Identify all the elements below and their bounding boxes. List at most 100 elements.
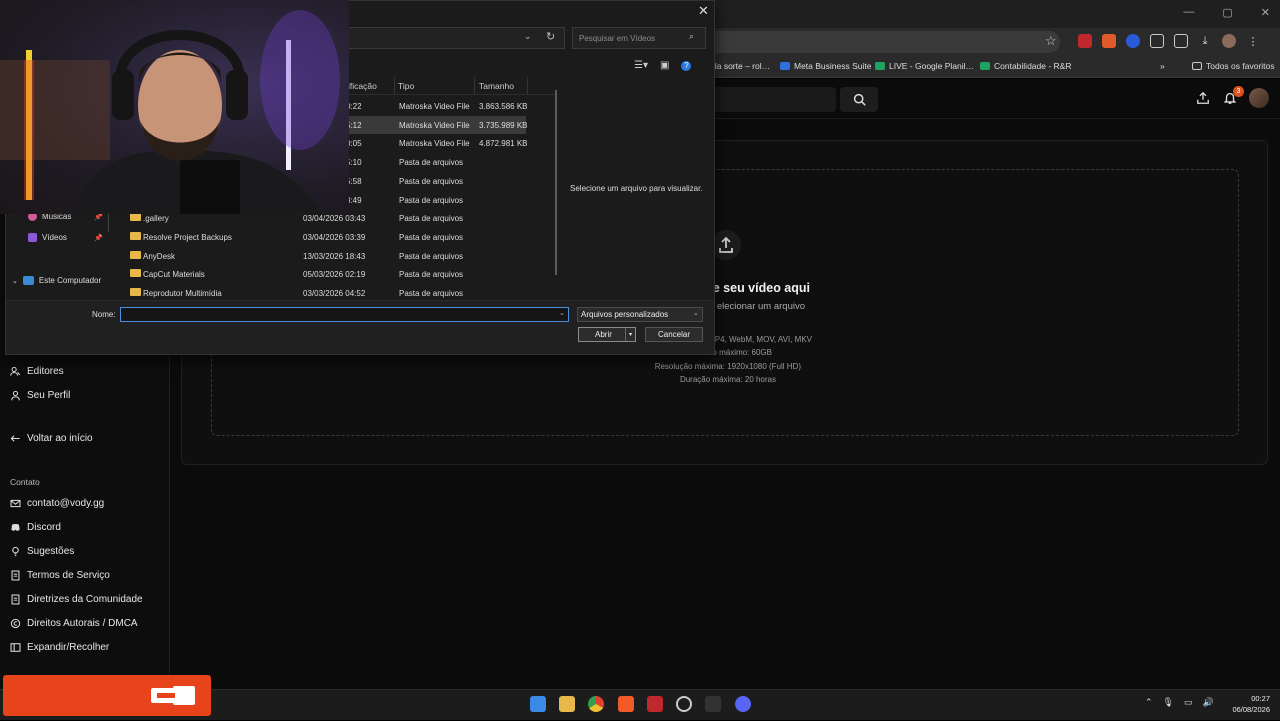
open-button-label: Abrir	[595, 330, 612, 339]
file-explorer-icon[interactable]	[559, 696, 575, 712]
contact-email-link[interactable]: contato@vody.gg	[10, 498, 104, 509]
file-type-filter[interactable]: Arquivos personalizados	[577, 307, 703, 322]
expand-collapse-button[interactable]: Expandir/Recolher	[10, 642, 109, 653]
discord-icon[interactable]	[735, 696, 751, 712]
puzzle-icon[interactable]	[1174, 34, 1188, 48]
bookmark-item[interactable]: LIVE - Google Planil…	[875, 61, 974, 71]
windows-start-icon[interactable]	[530, 696, 546, 712]
preview-pane-icon[interactable]: ▣	[660, 60, 669, 71]
chevron-up-icon[interactable]: ⌃	[1145, 697, 1153, 708]
taskbar-clock[interactable]: 00:27 06/08/2026	[1218, 693, 1270, 715]
menu-dots-icon[interactable]: ⋮	[1246, 34, 1260, 48]
file-type: Pasta de arquivos	[399, 158, 464, 168]
bookmark-item[interactable]: Meta Business Suite	[780, 61, 871, 71]
column-divider	[394, 77, 395, 95]
view-list-icon[interactable]: ☰▾	[634, 60, 648, 71]
profile-icon[interactable]	[1222, 34, 1236, 48]
computer-icon	[22, 276, 34, 285]
path-bar[interactable]	[345, 27, 565, 49]
extension-icon[interactable]	[1102, 34, 1116, 48]
upload-icon[interactable]	[1196, 91, 1210, 110]
users-icon	[10, 366, 21, 376]
dialog-search-input[interactable]: Pesquisar em Vídeos	[572, 27, 706, 49]
brave-icon[interactable]	[618, 696, 634, 712]
all-bookmarks[interactable]: Todos os favoritos	[1192, 61, 1275, 71]
extension-icon[interactable]	[1150, 34, 1164, 48]
camera-icon	[151, 686, 195, 705]
contact-section-label: Contato	[10, 477, 40, 487]
download-icon[interactable]: ⤓	[1198, 34, 1212, 48]
column-type[interactable]: Tipo	[398, 81, 414, 91]
bookmark-item[interactable]: Contabilidade - R&R	[980, 61, 1071, 71]
sidebar-item-editores[interactable]: Editores	[10, 366, 64, 377]
column-size[interactable]: Tamanho	[479, 81, 514, 91]
app-icon[interactable]	[705, 696, 721, 712]
file-list-header: ificação Tipo Tamanho	[340, 77, 558, 95]
microphone-icon[interactable]: 🎙	[1163, 697, 1174, 708]
search-icon: ⌕	[689, 31, 695, 41]
refresh-icon[interactable]: ↻	[546, 30, 555, 43]
display-icon[interactable]: ▭	[1184, 697, 1193, 708]
maximize-icon[interactable]: ▢	[1222, 6, 1232, 19]
chevron-down-icon[interactable]: ⌄	[524, 31, 532, 42]
preview-message: Selecione um arquivo para visualizar.	[570, 184, 703, 193]
folder-icon	[130, 213, 141, 222]
discord-link[interactable]: Discord	[10, 522, 61, 533]
extension-icon[interactable]	[1078, 34, 1092, 48]
file-row[interactable]: Resolve Project Backups 03/04/2026 03:39 P…	[120, 228, 526, 246]
file-name: .gallery	[143, 214, 169, 224]
sidebar-item-perfil[interactable]: Seu Perfil	[10, 390, 70, 401]
close-icon[interactable]: ✕	[698, 3, 709, 19]
chrome-icon[interactable]	[588, 696, 604, 712]
suggestions-link[interactable]: Sugestões	[10, 546, 74, 557]
terms-link[interactable]: Termos de Serviço	[10, 570, 110, 581]
search-button[interactable]	[840, 87, 878, 112]
pin-icon[interactable]: 📌	[94, 213, 103, 221]
scrollbar[interactable]	[555, 90, 557, 275]
file-name: Reprodutor Multimídia	[143, 289, 222, 298]
chevron-down-icon[interactable]: ▾	[625, 328, 635, 341]
search-icon	[853, 93, 866, 106]
tree-item-videos[interactable]: Vídeos	[28, 233, 67, 242]
help-icon[interactable]: ?	[681, 60, 692, 71]
chevron-down-icon[interactable]: ⌄	[693, 309, 699, 317]
sheets-icon	[875, 62, 885, 70]
bookmark-item[interactable]: da sorte – rol…	[712, 61, 770, 71]
column-modified[interactable]: ificação	[348, 81, 377, 91]
webcam-figure	[0, 10, 340, 214]
dmca-link[interactable]: Direitos Autorais / DMCA	[10, 618, 138, 629]
file-row[interactable]: AnyDesk 13/03/2026 18:43 Pasta de arquivos	[120, 247, 526, 265]
bookmarks-overflow-icon[interactable]: »	[1160, 61, 1165, 71]
app-icon[interactable]	[647, 696, 663, 712]
pin-icon[interactable]: 📌	[94, 234, 103, 242]
folder-icon	[130, 231, 141, 240]
close-window-icon[interactable]: ✕	[1261, 6, 1270, 19]
back-to-home-link[interactable]: Voltar ao início	[10, 433, 93, 444]
cancel-button[interactable]: Cancelar	[645, 327, 703, 342]
file-row[interactable]: CapCut Materials 05/03/2026 02:19 Pasta de…	[120, 265, 526, 283]
extension-icon[interactable]	[1126, 34, 1140, 48]
file-type: Matroska Video File	[399, 120, 470, 130]
volume-icon[interactable]: 🔊	[1203, 697, 1214, 708]
chevron-down-icon[interactable]: ⌄	[559, 309, 565, 317]
user-icon	[11, 390, 20, 401]
expand-icon	[10, 643, 21, 652]
minimize-icon[interactable]: —	[1183, 6, 1194, 19]
tree-item-este-computador[interactable]: ⌄ Este Computador	[12, 276, 101, 285]
file-name: Resolve Project Backups	[143, 232, 232, 242]
sheets-icon	[980, 62, 990, 70]
webcam-overlay	[0, 0, 349, 214]
guidelines-link[interactable]: Diretrizes da Comunidade	[10, 594, 143, 605]
app-icon[interactable]	[676, 696, 692, 712]
mail-icon	[10, 499, 21, 508]
avatar[interactable]	[1249, 88, 1269, 108]
file-name-input[interactable]	[120, 307, 569, 322]
bookmark-star-icon[interactable]: ☆	[1045, 33, 1057, 49]
file-modified: 03/04/2026 03:43	[303, 214, 366, 224]
chevron-down-icon[interactable]: ⌄	[12, 277, 18, 285]
dialog-view-tools: ☰▾ ▣ ?	[634, 60, 692, 71]
arrow-left-icon	[10, 435, 20, 442]
open-button[interactable]: Abrir ▾	[578, 327, 636, 342]
file-name-label: Nome:	[92, 310, 116, 319]
notification-badge: 3	[1233, 86, 1244, 97]
